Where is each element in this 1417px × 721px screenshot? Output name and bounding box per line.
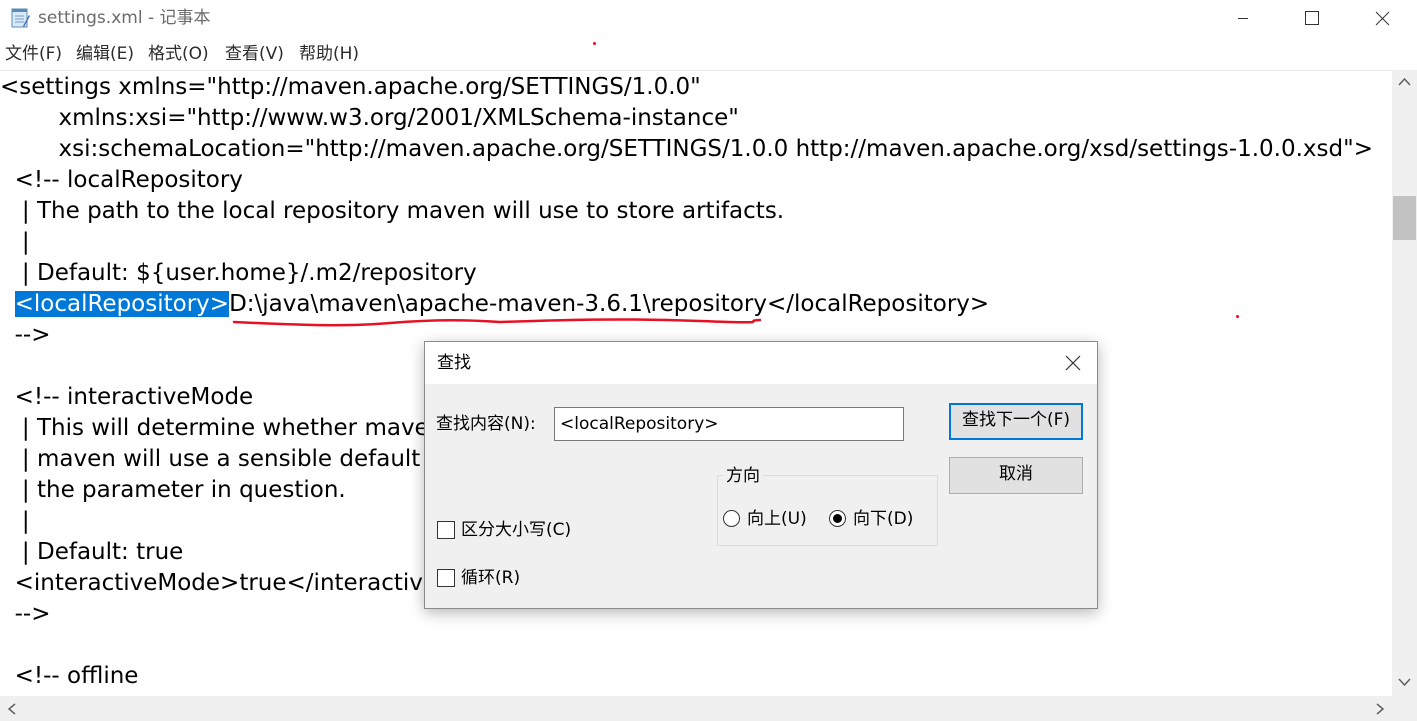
minimize-button[interactable] <box>1208 0 1278 37</box>
selected-text: <localRepository> <box>14 291 230 317</box>
match-case-checkbox[interactable] <box>437 521 455 539</box>
direction-down-radio[interactable] <box>829 510 846 527</box>
close-icon <box>1065 355 1081 371</box>
menu-format[interactable]: 格式(O) <box>148 42 209 66</box>
editor-line: xsi:schemaLocation="http://maven.apache.… <box>0 136 1373 162</box>
scroll-down-icon[interactable] <box>1392 672 1417 692</box>
scroll-up-icon[interactable] <box>1392 72 1417 92</box>
editor-line: <!-- localRepository <box>0 167 243 193</box>
wrap-around-label[interactable]: 循环(R) <box>461 566 520 590</box>
annotation-dot <box>1236 315 1239 318</box>
match-case-label[interactable]: 区分大小写(C) <box>461 518 571 542</box>
scrollbar-corner <box>1392 696 1417 721</box>
editor-line: <settings xmlns="http://maven.apache.org… <box>0 74 701 100</box>
editor-line: | <box>0 229 30 255</box>
dialog-title-bar: 查找 <box>425 342 1097 384</box>
menu-bar: 文件(F) 编辑(E) 格式(O) 查看(V) 帮助(H) <box>0 38 1417 68</box>
direction-label: 方向 <box>723 465 763 487</box>
vertical-scroll-thumb[interactable] <box>1393 196 1416 240</box>
editor-line: | The path to the local repository maven… <box>0 198 785 224</box>
direction-down-label[interactable]: 向下(D) <box>853 507 913 531</box>
editor-line: --> <box>0 601 51 627</box>
editor-line: | the parameter in question. <box>0 477 346 503</box>
vertical-scrollbar[interactable] <box>1392 70 1417 696</box>
maximize-icon <box>1305 11 1319 25</box>
editor-line: <!-- interactiveMode <box>0 384 254 410</box>
title-bar: settings.xml - 记事本 <box>0 0 1417 37</box>
editor-line: | Default: true <box>0 539 184 565</box>
find-next-button[interactable]: 查找下一个(F) <box>949 403 1083 440</box>
editor-line: --> <box>0 322 51 348</box>
direction-up-radio[interactable] <box>723 510 740 527</box>
minimize-icon <box>1238 18 1248 19</box>
menu-help[interactable]: 帮助(H) <box>299 42 359 66</box>
cancel-button[interactable]: 取消 <box>949 457 1083 494</box>
direction-up-label[interactable]: 向上(U) <box>747 507 807 531</box>
maximize-button[interactable] <box>1277 0 1347 37</box>
editor-line: xmlns:xsi="http://www.w3.org/2001/XMLSch… <box>0 105 739 131</box>
close-icon <box>1375 11 1390 26</box>
closing-tag: </localRepository> <box>766 291 990 317</box>
horizontal-scrollbar[interactable] <box>0 696 1392 721</box>
editor-line: | <box>0 508 30 534</box>
find-what-label: 查找内容(N): <box>436 414 536 434</box>
window-title: settings.xml - 记事本 <box>38 8 211 28</box>
radio-selected-dot <box>833 514 842 523</box>
menu-edit[interactable]: 编辑(E) <box>76 42 134 66</box>
editor-line: | Default: ${user.home}/.m2/repository <box>0 260 477 286</box>
dialog-close-button[interactable] <box>1049 342 1097 384</box>
menu-file[interactable]: 文件(F) <box>5 42 62 66</box>
editor-line-local-repository: <localRepository>D:\java\maven\apache-ma… <box>0 289 989 320</box>
find-dialog: 查找 查找内容(N): 查找下一个(F) 取消 方向 向上(U) 向下(D) 区… <box>424 341 1098 609</box>
repository-path: D:\java\maven\apache-maven-3.6.1\reposit… <box>229 291 767 317</box>
dialog-title: 查找 <box>437 353 471 373</box>
scroll-right-icon[interactable] <box>1370 699 1390 719</box>
find-what-input[interactable] <box>554 407 904 441</box>
menu-view[interactable]: 查看(V) <box>225 42 284 66</box>
scroll-left-icon[interactable] <box>2 699 22 719</box>
annotation-dot <box>593 42 596 45</box>
wrap-around-checkbox[interactable] <box>437 569 455 587</box>
editor-line: <!-- offline <box>0 663 139 689</box>
notepad-icon <box>11 8 30 28</box>
close-window-button[interactable] <box>1347 0 1417 37</box>
